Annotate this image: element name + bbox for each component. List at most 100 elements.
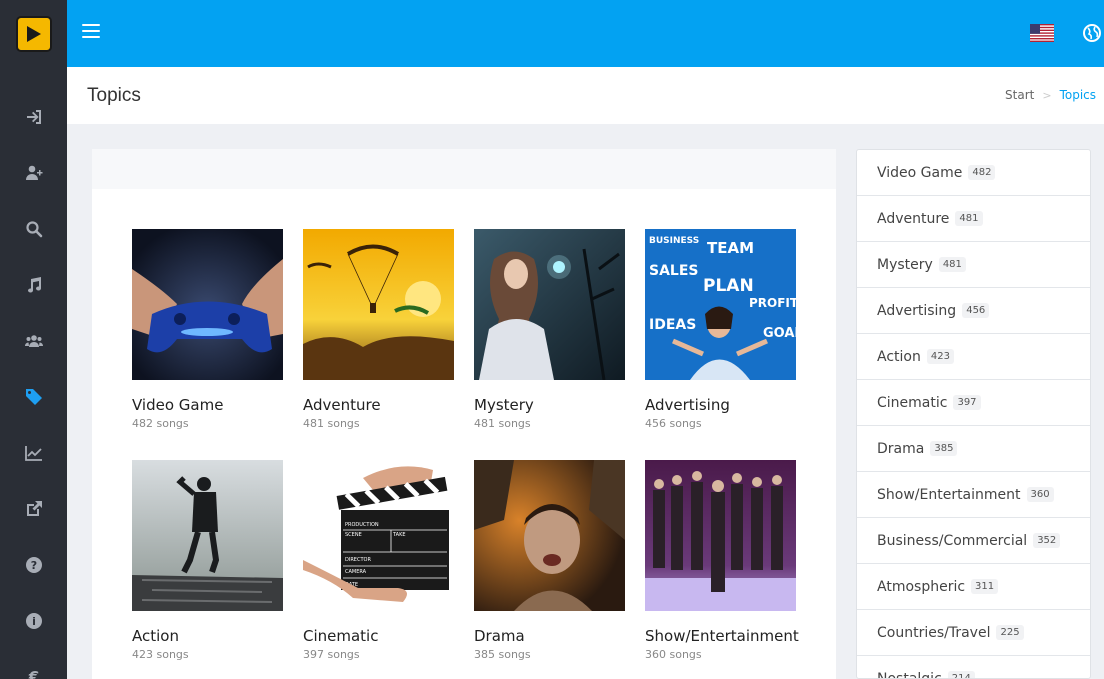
sidebar-item-search[interactable] bbox=[0, 201, 67, 257]
svg-text:CAMERA: CAMERA bbox=[345, 569, 367, 575]
topic-name[interactable]: Video Game bbox=[877, 165, 962, 181]
topic-card-video-game[interactable]: Video Game 482 songs bbox=[132, 229, 283, 430]
svg-text:IDEAS: IDEAS bbox=[649, 317, 696, 333]
topic-card-count: 456 songs bbox=[645, 417, 702, 430]
sidebar-item-info[interactable]: i bbox=[0, 593, 67, 649]
topic-card-count: 397 songs bbox=[303, 648, 360, 661]
topic-card-title[interactable]: Action bbox=[132, 627, 283, 646]
sidebar-item-login[interactable] bbox=[0, 89, 67, 145]
topic-list-item[interactable]: Nostalgic 214 bbox=[857, 656, 1090, 679]
topic-card-title[interactable]: Advertising bbox=[645, 396, 796, 415]
topic-card-count: 481 songs bbox=[474, 417, 531, 430]
topic-count-badge: 456 bbox=[962, 303, 990, 318]
svg-text:DIRECTOR: DIRECTOR bbox=[345, 557, 371, 563]
topic-card-count: 360 songs bbox=[645, 648, 702, 661]
action-image[interactable] bbox=[132, 460, 283, 611]
info-icon: i bbox=[25, 613, 42, 629]
topic-name[interactable]: Atmospheric bbox=[877, 579, 965, 595]
topic-count-badge: 311 bbox=[971, 579, 999, 594]
sidebar-item-pricing[interactable]: € bbox=[0, 649, 67, 679]
drama-image[interactable] bbox=[474, 460, 625, 611]
logo[interactable] bbox=[15, 15, 52, 52]
topic-name[interactable]: Advertising bbox=[877, 303, 956, 319]
svg-text:BUSINESS: BUSINESS bbox=[649, 236, 699, 246]
topic-list-item[interactable]: Atmospheric 311 bbox=[857, 564, 1090, 610]
topic-name[interactable]: Show/Entertainment bbox=[877, 487, 1021, 503]
topic-list-item[interactable]: Drama 385 bbox=[857, 426, 1090, 472]
svg-text:i: i bbox=[32, 615, 36, 628]
cinematic-image[interactable]: PRODUCTIONSCENETAKE DIRECTORCAMERADATE bbox=[303, 460, 454, 611]
svg-text:SCENE: SCENE bbox=[345, 532, 362, 538]
us-flag-icon[interactable] bbox=[1030, 24, 1054, 42]
sidebar-item-music[interactable] bbox=[0, 257, 67, 313]
menu-toggle-button[interactable] bbox=[82, 24, 100, 40]
play-icon bbox=[26, 25, 41, 42]
topic-card-title[interactable]: Cinematic bbox=[303, 627, 454, 646]
topic-card-adventure[interactable]: Adventure 481 songs bbox=[303, 229, 454, 430]
svg-text:SALES: SALES bbox=[649, 263, 699, 279]
topic-list-item[interactable]: Countries/Travel 225 bbox=[857, 610, 1090, 656]
topic-count-badge: 482 bbox=[968, 165, 996, 180]
breadcrumb-current: Topics bbox=[1059, 88, 1096, 102]
add-user-icon bbox=[25, 165, 42, 180]
topic-name[interactable]: Adventure bbox=[877, 211, 949, 227]
logo-area[interactable] bbox=[0, 0, 67, 67]
topic-count-badge: 352 bbox=[1033, 533, 1061, 548]
topic-count-badge: 385 bbox=[930, 441, 958, 456]
sidebar-item-help[interactable]: ? bbox=[0, 537, 67, 593]
topic-card-count: 385 songs bbox=[474, 648, 531, 661]
adventure-image[interactable] bbox=[303, 229, 454, 380]
topics-list-panel: Video Game 482 Adventure 481 Mystery 481 Ad… bbox=[856, 149, 1091, 679]
topic-list-item[interactable]: Video Game 482 bbox=[857, 150, 1090, 196]
topic-card-count: 423 songs bbox=[132, 648, 189, 661]
page-header: Topics Start > Topics bbox=[67, 67, 1104, 124]
topic-card-advertising[interactable]: BUSINESS TEAM SALES PLAN PROFIT GOAL IDE… bbox=[645, 229, 796, 430]
mystery-image[interactable] bbox=[474, 229, 625, 380]
topic-name[interactable]: Drama bbox=[877, 441, 924, 457]
topic-name[interactable]: Mystery bbox=[877, 257, 933, 273]
svg-text:TAKE: TAKE bbox=[392, 532, 406, 538]
topic-card-mystery[interactable]: Mystery 481 songs bbox=[474, 229, 625, 430]
topic-name[interactable]: Nostalgic bbox=[877, 671, 942, 679]
svg-text:PRODUCTION: PRODUCTION bbox=[345, 522, 379, 528]
grid-panel-header bbox=[92, 149, 836, 189]
topic-card-cinematic[interactable]: PRODUCTIONSCENETAKE DIRECTORCAMERADATE C… bbox=[303, 460, 454, 661]
sidebar-item-register[interactable] bbox=[0, 145, 67, 201]
search-icon bbox=[25, 221, 42, 238]
sidebar-item-stats[interactable] bbox=[0, 425, 67, 481]
topic-count-badge: 481 bbox=[938, 257, 966, 272]
topic-name[interactable]: Countries/Travel bbox=[877, 625, 990, 641]
topic-list-item[interactable]: Adventure 481 bbox=[857, 196, 1090, 242]
sidebar-item-users[interactable] bbox=[0, 313, 67, 369]
topic-card-title[interactable]: Show/Entertainment bbox=[645, 627, 799, 646]
topic-card-action[interactable]: Action 423 songs bbox=[132, 460, 283, 661]
topic-list-item[interactable]: Cinematic 397 bbox=[857, 380, 1090, 426]
sidebar-item-external[interactable] bbox=[0, 481, 67, 537]
topic-name[interactable]: Cinematic bbox=[877, 395, 947, 411]
topic-card-drama[interactable]: Drama 385 songs bbox=[474, 460, 625, 661]
advertising-image[interactable]: BUSINESS TEAM SALES PLAN PROFIT GOAL IDE… bbox=[645, 229, 796, 380]
topic-count-badge: 423 bbox=[926, 349, 954, 364]
topic-card-title[interactable]: Video Game bbox=[132, 396, 283, 415]
topic-card-title[interactable]: Adventure bbox=[303, 396, 454, 415]
topic-card-title[interactable]: Mystery bbox=[474, 396, 625, 415]
topic-card-count: 481 songs bbox=[303, 417, 360, 430]
topic-card-title[interactable]: Drama bbox=[474, 627, 625, 646]
topic-name[interactable]: Action bbox=[877, 349, 921, 365]
topic-card-count: 482 songs bbox=[132, 417, 189, 430]
users-icon bbox=[24, 335, 43, 347]
topic-list-item[interactable]: Mystery 481 bbox=[857, 242, 1090, 288]
video-game-image[interactable] bbox=[132, 229, 283, 380]
topic-list-item[interactable]: Action 423 bbox=[857, 334, 1090, 380]
show-image[interactable] bbox=[645, 460, 796, 611]
svg-text:?: ? bbox=[30, 559, 36, 572]
topic-list-item[interactable]: Advertising 456 bbox=[857, 288, 1090, 334]
sidebar-item-topics[interactable] bbox=[0, 369, 67, 425]
topic-list-item[interactable]: Show/Entertainment 360 bbox=[857, 472, 1090, 518]
topic-card-show-entertainment[interactable]: Show/Entertainment 360 songs bbox=[645, 460, 799, 661]
topic-name[interactable]: Business/Commercial bbox=[877, 533, 1027, 549]
globe-icon[interactable] bbox=[1083, 24, 1101, 42]
breadcrumb: Start > Topics bbox=[1005, 88, 1096, 102]
breadcrumb-start-link[interactable]: Start bbox=[1005, 88, 1034, 102]
topic-list-item[interactable]: Business/Commercial 352 bbox=[857, 518, 1090, 564]
